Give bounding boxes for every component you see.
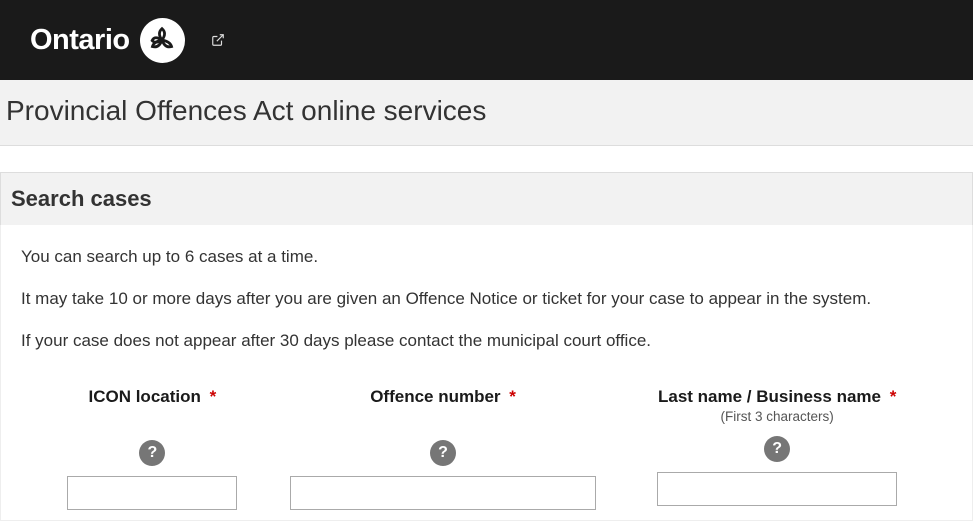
last-name-input[interactable]: [657, 472, 897, 506]
offence-number-column: Offence number * ?: [284, 387, 603, 510]
ontario-logo[interactable]: Ontario: [30, 18, 185, 63]
icon-location-input[interactable]: [67, 476, 237, 510]
help-icon[interactable]: ?: [764, 436, 790, 462]
last-name-sublabel: (First 3 characters): [721, 409, 834, 424]
spacer: [0, 146, 973, 172]
last-name-label: Last name / Business name *: [658, 387, 896, 407]
site-header: Ontario: [0, 0, 973, 80]
offence-number-label: Offence number *: [370, 387, 516, 407]
icon-location-label: ICON location *: [88, 387, 216, 407]
search-section-header: Search cases: [0, 172, 973, 225]
search-section-body: You can search up to 6 cases at a time. …: [0, 225, 973, 521]
icon-location-column: ICON location * ?: [51, 387, 254, 510]
intro-line-3: If your case does not appear after 30 da…: [21, 329, 952, 353]
intro-line-1: You can search up to 6 cases at a time.: [21, 245, 952, 269]
search-section-title: Search cases: [11, 186, 962, 212]
search-form-row: ICON location * ? Offence number * ? Las…: [21, 387, 952, 510]
page-title-bar: Provincial Offences Act online services: [0, 80, 973, 146]
logo-text: Ontario: [30, 24, 130, 57]
last-name-column: Last name / Business name * (First 3 cha…: [632, 387, 922, 510]
help-icon[interactable]: ?: [430, 440, 456, 466]
trillium-icon: [140, 18, 185, 63]
required-indicator: *: [890, 387, 897, 406]
intro-line-2: It may take 10 or more days after you ar…: [21, 287, 952, 311]
help-icon[interactable]: ?: [139, 440, 165, 466]
page-title: Provincial Offences Act online services: [6, 95, 967, 127]
required-indicator: *: [509, 387, 516, 406]
intro-text: You can search up to 6 cases at a time. …: [21, 245, 952, 352]
offence-number-input[interactable]: [290, 476, 596, 510]
external-link-icon[interactable]: [211, 33, 225, 47]
required-indicator: *: [210, 387, 217, 406]
